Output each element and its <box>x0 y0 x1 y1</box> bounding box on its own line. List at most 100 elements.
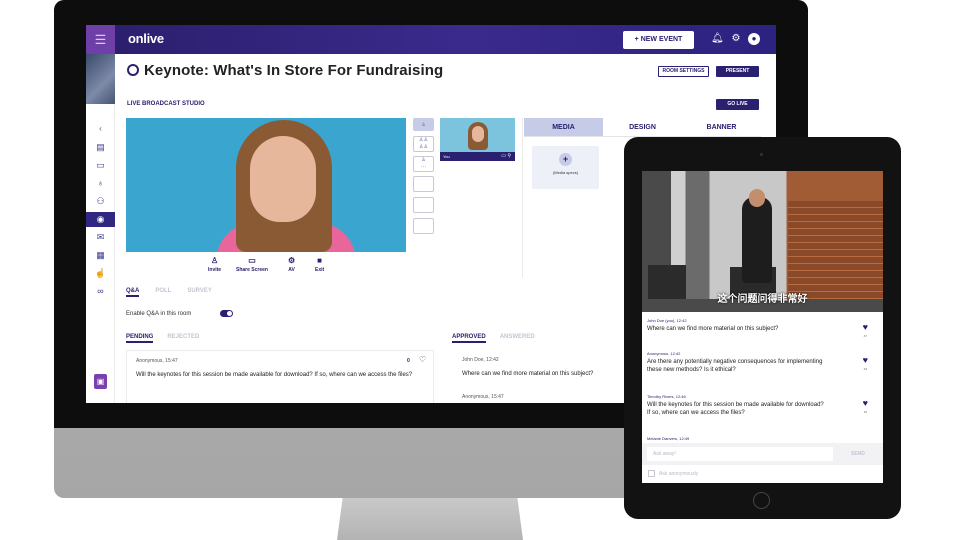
tablet-device: 这个问题问得非常好 John Doe (you), 12:42 Where ca… <box>624 137 901 519</box>
broadcast-icon[interactable]: ◉ <box>86 212 115 227</box>
question-text: Will the keynotes for this session be ma… <box>136 372 413 378</box>
question-author: Anonymous, 12:42 <box>647 351 681 356</box>
tablet-question-2[interactable]: Anonymous, 12:42 Are there any potential… <box>647 351 878 374</box>
top-bar: ☰ onlive + NEW EVENT 🔔︎ ⚙ ● <box>86 25 776 54</box>
send-button[interactable]: SEND <box>851 447 865 461</box>
bell-icon[interactable]: 🔔︎ <box>711 33 724 45</box>
self-label: You <box>443 154 450 159</box>
question-author: Melanie Danvers, 12:49 <box>647 436 690 441</box>
av-label: AV <box>288 267 295 273</box>
approved-tabs: APPROVED ANSWERED <box>452 334 549 343</box>
tablet-home-button[interactable] <box>753 492 770 509</box>
clock-icon <box>127 64 139 76</box>
sidebar: ‹ ▤ ▭ ♁ ⚇ ◉ ✉ ▦ ☝ ∞ ▣ <box>86 54 115 403</box>
hamburger-icon[interactable]: ☰ <box>86 25 115 54</box>
heart-icon[interactable]: ♥ 47 <box>863 323 868 341</box>
tab-survey[interactable]: SURVEY <box>187 288 212 294</box>
approved-meta-1: John Doe, 12:42 <box>462 357 499 363</box>
layout-grid[interactable]: ♙♙ ♙♙ <box>413 136 434 152</box>
thumbs-up-icon[interactable]: ☝ <box>93 266 108 281</box>
question-author: Timothy Rivers, 12:46 <box>647 394 686 399</box>
camera-mic-icon[interactable]: ▭ ⚲ <box>501 152 511 161</box>
present-button[interactable]: PRESENT <box>716 66 759 77</box>
lock-icon[interactable]: ▣ <box>94 374 107 389</box>
user-icon[interactable]: ● <box>748 33 760 45</box>
invite-button[interactable]: ♙ Invite <box>208 256 221 273</box>
stop-icon: ■ <box>317 256 322 265</box>
question-meta: Anonymous, 15:47 <box>136 358 178 364</box>
question-text: Will the keynotes for this session be ma… <box>647 402 824 416</box>
tab-rejected[interactable]: REJECTED <box>167 334 199 340</box>
tablet-camera <box>760 153 763 156</box>
pending-tabs: PENDING REJECTED <box>126 334 213 343</box>
question-text: Where can we find more material on this … <box>647 326 779 332</box>
tab-answered[interactable]: ANSWERED <box>500 334 535 340</box>
link-icon[interactable]: ∞ <box>93 284 108 299</box>
enable-qa-row: Enable Q&A in this room <box>126 310 233 317</box>
share-screen-button[interactable]: ▭ Share Screen <box>236 256 268 273</box>
tab-approved[interactable]: APPROVED <box>452 334 486 343</box>
layout-single[interactable]: ♙ <box>413 118 434 131</box>
monitor-icon: ▭ <box>248 256 256 265</box>
tablet-screen: 这个问题问得非常好 John Doe (you), 12:42 Where ca… <box>642 171 883 483</box>
tab-media[interactable]: MEDIA <box>524 118 603 137</box>
tablet-question-1[interactable]: John Doe (you), 12:42 Where can we find … <box>647 318 878 338</box>
self-preview[interactable]: You ▭ ⚲ <box>440 118 515 161</box>
tab-poll[interactable]: POLL <box>155 288 171 294</box>
ask-anonymously-label: Ask anonymously <box>659 471 699 477</box>
main-video-feed <box>126 118 406 252</box>
marketing-composite: ☰ onlive + NEW EVENT 🔔︎ ⚙ ● ‹ ▤ ▭ ♁ ⚇ ◉ … <box>0 0 960 540</box>
event-thumbnail <box>86 54 115 104</box>
tablet-question-4[interactable]: Melanie Danvers, 12:49 <box>647 436 878 441</box>
video-caption: 这个问题问得非常好 <box>717 294 808 305</box>
like-count: 47 <box>863 334 867 338</box>
presenter-face <box>250 136 316 222</box>
approved-meta-2: Anonymous, 15:47 <box>462 394 504 400</box>
like-count: 33 <box>863 367 867 371</box>
video-controls: ♙ Invite ▭ Share Screen ⚙ AV ■ Exit <box>126 252 406 278</box>
qr-code-icon[interactable]: ▦ <box>93 248 108 263</box>
mail-icon[interactable]: ✉ <box>93 230 108 245</box>
room-settings-button[interactable]: ROOM SETTINGS <box>658 66 709 77</box>
heart-icon[interactable]: ♡ <box>419 355 426 364</box>
enable-qa-toggle[interactable] <box>220 310 233 317</box>
qa-tabs: Q&A POLL SURVEY <box>126 288 228 297</box>
add-media-button[interactable]: + (Media specs) <box>532 146 599 189</box>
go-live-button[interactable]: GO LIVE <box>716 99 759 110</box>
tab-pending[interactable]: PENDING <box>126 334 154 343</box>
gear-icon: ⚙ <box>288 256 296 265</box>
gear-icon[interactable]: ⚙ <box>730 33 742 45</box>
tab-design[interactable]: DESIGN <box>603 118 682 137</box>
page-title-text: Keynote: What's In Store For Fundraising <box>144 62 444 79</box>
ask-anonymously-checkbox[interactable]: Ask anonymously <box>648 470 698 477</box>
pending-question-card[interactable]: Anonymous, 15:47 0 ♡ Will the keynotes f… <box>126 350 434 403</box>
tab-banner[interactable]: BANNER <box>682 118 761 137</box>
layout-slot-5[interactable] <box>413 197 434 213</box>
like-count: 16 <box>863 410 867 414</box>
like-count: 0 <box>407 358 410 364</box>
question-author: John Doe (you), 12:42 <box>647 318 687 323</box>
av-button[interactable]: ⚙ AV <box>288 256 295 273</box>
checkbox-icon <box>648 470 655 477</box>
heart-icon[interactable]: ♥ 16 <box>863 399 868 417</box>
layout-slot-4[interactable] <box>413 176 434 192</box>
chevron-left-icon[interactable]: ‹ <box>86 124 115 133</box>
heart-icon[interactable]: ♥ 33 <box>863 356 868 374</box>
speaker-head <box>749 189 765 207</box>
calendar-icon[interactable]: ▤ <box>93 140 108 155</box>
new-event-button[interactable]: + NEW EVENT <box>623 31 694 49</box>
studio-label: LIVE BROADCAST STUDIO <box>127 101 205 107</box>
layout-slot-6[interactable] <box>413 218 434 234</box>
speaker-body <box>742 197 772 283</box>
ask-input[interactable]: Ask away! <box>647 447 833 461</box>
folder-icon[interactable]: ▭ <box>93 158 108 173</box>
plus-icon: + <box>559 153 572 166</box>
exit-button[interactable]: ■ Exit <box>315 256 324 273</box>
bulb-icon[interactable]: ♁ <box>93 176 108 191</box>
tablet-question-3[interactable]: Timothy Rivers, 12:46 Will the keynotes … <box>647 394 878 417</box>
layout-speaker[interactable]: ♙ ··· <box>413 156 434 172</box>
tab-qa[interactable]: Q&A <box>126 288 140 297</box>
app-logo: onlive <box>128 31 164 46</box>
people-icon[interactable]: ⚇ <box>93 194 108 209</box>
self-face <box>472 126 484 142</box>
